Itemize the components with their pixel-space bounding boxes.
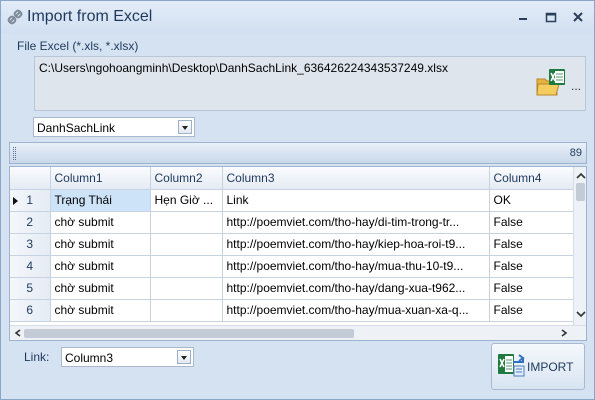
link-column-select[interactable]: Column3 — [61, 347, 194, 367]
row-count: 89 — [569, 147, 582, 159]
window-title: Import from Excel — [27, 8, 153, 25]
link-column-value: Column3 — [65, 351, 114, 365]
data-table: Column1 Column2 Column3 Column4 1 Trạng … — [10, 167, 574, 322]
link-column-label: Link: — [24, 350, 50, 364]
data-grid[interactable]: Column1 Column2 Column3 Column4 1 Trạng … — [9, 166, 587, 341]
table-row[interactable]: 5 chờ submit http://poemviet.com/tho-hay… — [10, 277, 574, 300]
file-path-text: C:\Users\ngohoangminh\Desktop\DanhSachLi… — [39, 61, 448, 75]
table-cell[interactable] — [150, 255, 223, 278]
table-cell[interactable]: Hẹn Giờ ... — [150, 189, 223, 212]
title-bar[interactable]: Import from Excel — [1, 1, 594, 33]
grip-handle-icon[interactable] — [13, 147, 16, 160]
chevron-down-icon[interactable] — [178, 120, 192, 134]
table-row[interactable]: 3 chờ submit http://poemviet.com/tho-hay… — [10, 233, 574, 256]
import-button[interactable]: IMPORT — [491, 343, 585, 390]
maximize-icon[interactable] — [544, 10, 558, 24]
scroll-up-icon[interactable] — [576, 171, 586, 181]
vertical-scroll-thumb[interactable] — [576, 183, 585, 201]
row-header[interactable]: 2 — [10, 211, 51, 234]
table-cell[interactable]: False — [489, 233, 574, 256]
row-header[interactable]: 1 — [10, 189, 51, 212]
scroll-right-icon[interactable] — [560, 329, 568, 337]
horizontal-scroll-thumb[interactable] — [24, 329, 354, 338]
table-cell[interactable]: http://poemviet.com/tho-hay/di-tim-trong… — [222, 211, 490, 234]
chevron-down-icon[interactable] — [177, 350, 191, 364]
table-cell[interactable]: Trạng Thái — [50, 189, 151, 212]
grid-toolbar: 89 — [9, 142, 587, 164]
table-cell[interactable]: chờ submit — [50, 233, 151, 256]
table-cell[interactable]: chờ submit — [50, 299, 151, 322]
table-cell[interactable]: False — [489, 277, 574, 300]
table-cell[interactable]: False — [489, 255, 574, 278]
browse-button[interactable]: ... — [571, 79, 581, 93]
vertical-scrollbar[interactable] — [573, 167, 586, 325]
table-cell[interactable]: http://poemviet.com/tho-hay/mua-xuan-xa-… — [222, 299, 490, 322]
table-row[interactable]: 6 chờ submit http://poemviet.com/tho-hay… — [10, 299, 574, 322]
table-cell[interactable]: chờ submit — [50, 211, 151, 234]
table-cell[interactable]: False — [489, 299, 574, 322]
table-cell[interactable] — [150, 277, 223, 300]
table-cell[interactable]: chờ submit — [50, 277, 151, 300]
table-cell[interactable]: http://poemviet.com/tho-hay/kiep-hoa-roi… — [222, 233, 490, 256]
table-row[interactable]: 4 chờ submit http://poemviet.com/tho-hay… — [10, 255, 574, 278]
table-cell[interactable]: False — [489, 211, 574, 234]
table-row[interactable]: 1 Trạng Thái Hẹn Giờ ... Link OK — [10, 189, 574, 212]
table-cell[interactable]: http://poemviet.com/tho-hay/mua-thu-10-t… — [222, 255, 490, 278]
column-header-rowindex[interactable] — [10, 167, 51, 190]
excel-folder-icon[interactable] — [535, 67, 567, 99]
sheet-select-value: DanhSachLink — [37, 121, 116, 135]
import-dialog: Import from Excel File Excel (*.xls, *.x… — [0, 0, 595, 400]
column-header-column1[interactable]: Column1 — [50, 167, 151, 190]
table-row[interactable]: 2 chờ submit http://poemviet.com/tho-hay… — [10, 211, 574, 234]
excel-import-icon — [498, 354, 525, 377]
minimize-icon[interactable] — [516, 10, 530, 24]
horizontal-scrollbar[interactable] — [10, 325, 586, 340]
table-cell[interactable]: OK — [489, 189, 574, 212]
import-button-label: IMPORT — [527, 360, 574, 374]
column-header-column4[interactable]: Column4 — [489, 167, 574, 190]
close-icon[interactable] — [571, 10, 585, 24]
link-icon — [7, 9, 23, 25]
table-cell[interactable] — [150, 211, 223, 234]
row-header[interactable]: 6 — [10, 299, 51, 322]
file-excel-label: File Excel (*.xls, *.xlsx) — [17, 39, 139, 53]
scroll-down-icon[interactable] — [576, 309, 586, 319]
header-row: Column1 Column2 Column3 Column4 — [10, 167, 574, 190]
file-path-field[interactable]: C:\Users\ngohoangminh\Desktop\DanhSachLi… — [34, 56, 586, 111]
row-header[interactable]: 4 — [10, 255, 51, 278]
table-cell[interactable] — [150, 233, 223, 256]
table-cell[interactable]: Link — [222, 189, 490, 212]
column-header-column2[interactable]: Column2 — [150, 167, 223, 190]
table-cell[interactable]: http://poemviet.com/tho-hay/dang-xua-t96… — [222, 277, 490, 300]
row-header[interactable]: 3 — [10, 233, 51, 256]
scroll-left-icon[interactable] — [14, 329, 22, 337]
column-header-column3[interactable]: Column3 — [222, 167, 490, 190]
table-cell[interactable]: chờ submit — [50, 255, 151, 278]
sheet-select[interactable]: DanhSachLink — [33, 117, 195, 137]
table-cell[interactable] — [150, 299, 223, 322]
row-header[interactable]: 5 — [10, 277, 51, 300]
